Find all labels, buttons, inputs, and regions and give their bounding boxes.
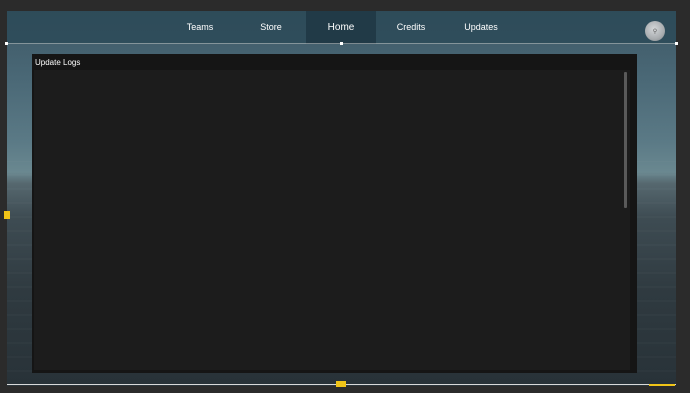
tab-store[interactable]: Store [251, 11, 291, 44]
resize-handle-left[interactable] [4, 211, 10, 219]
log-scroll-area[interactable] [34, 70, 630, 370]
anchor-point-icon[interactable] [340, 42, 343, 45]
player-avatar-icon[interactable]: ⚲ [645, 21, 665, 41]
corner-handle-top-left[interactable] [5, 42, 8, 45]
corner-handle-top-right[interactable] [675, 42, 678, 45]
resize-handle-bottom[interactable] [336, 381, 346, 387]
tab-home[interactable]: Home [306, 11, 376, 44]
tab-credits[interactable]: Credits [391, 11, 431, 44]
tab-teams[interactable]: Teams [180, 11, 220, 44]
log-scrollbar[interactable] [624, 72, 627, 208]
tab-updates[interactable]: Updates [459, 11, 503, 44]
update-logs-panel: Update Logs [32, 54, 637, 373]
game-viewport: Teams Store Home Credits Updates ⚲ Updat… [7, 11, 676, 386]
resize-handle-bottom-right[interactable] [649, 384, 675, 386]
top-navbar: Teams Store Home Credits Updates ⚲ [7, 11, 676, 44]
panel-title: Update Logs [35, 58, 81, 67]
